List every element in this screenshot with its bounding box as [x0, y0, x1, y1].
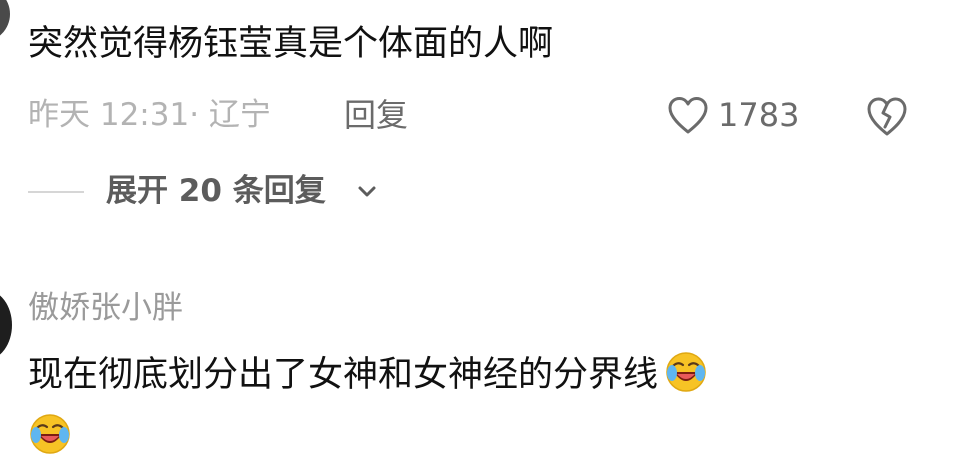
comment-meta-row: 昨天 12:31· 辽宁 回复 1783: [28, 92, 928, 138]
like-count: 1783: [718, 96, 800, 134]
comment-text: 突然觉得杨钰莹真是个体面的人啊: [28, 24, 554, 64]
expand-replies-button[interactable]: 展开 20 条回复: [28, 168, 528, 214]
avatar[interactable]: [0, 0, 10, 42]
laughing-crying-emoji-icon: [666, 352, 706, 392]
laughing-crying-emoji-icon: [30, 414, 70, 454]
divider: [28, 191, 84, 193]
heart-outline-icon[interactable]: [666, 95, 710, 135]
comment-list: 突然觉得杨钰莹真是个体面的人啊 昨天 12:31· 辽宁 回复 1783 展开 …: [0, 0, 960, 455]
reply-button[interactable]: 回复: [344, 92, 408, 138]
avatar[interactable]: [0, 290, 12, 360]
expand-replies-label: 展开 20 条回复: [106, 173, 326, 209]
comment-text-continued: [28, 412, 72, 455]
chevron-down-icon: [358, 186, 376, 197]
comment-text: 现在彻底划分出了女神和女神经的分界线: [28, 350, 708, 397]
comment-username[interactable]: 傲娇张小胖: [28, 286, 183, 330]
comment-text-content: 现在彻底划分出了女神和女神经的分界线: [28, 355, 659, 395]
comment-time-location: 昨天 12:31· 辽宁: [28, 97, 271, 133]
broken-heart-icon[interactable]: [864, 95, 910, 137]
